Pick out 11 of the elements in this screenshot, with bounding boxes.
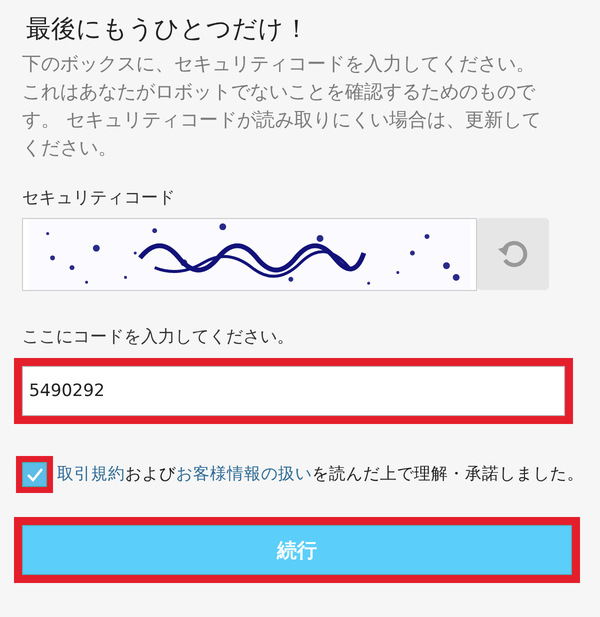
terms-link[interactable]: お客様情報の扱い <box>176 464 312 484</box>
instructions-text: 下のボックスに、セキュリティコードを入力してください。これはあなたがロボットでないことを確認するためのものです。 セキュリティコードが読み取りにくい場合は、更新してください。 <box>22 52 542 161</box>
refresh-button[interactable] <box>477 218 549 290</box>
consent-text: 取引規約およびお客様情報の扱い を読んだ上で理解・承諾しました。 <box>57 463 584 486</box>
page-title: 最後にもうひとつだけ！ <box>26 14 310 44</box>
code-input-field[interactable]: 5490292 <box>22 366 565 416</box>
code-field-label: ここにコードを入力してください。 <box>22 326 295 348</box>
terms-link[interactable]: 取引規約 <box>57 464 125 484</box>
captcha-label: セキュリティコード <box>22 187 176 210</box>
consent-checkbox[interactable] <box>22 462 47 487</box>
check-icon <box>26 466 44 482</box>
